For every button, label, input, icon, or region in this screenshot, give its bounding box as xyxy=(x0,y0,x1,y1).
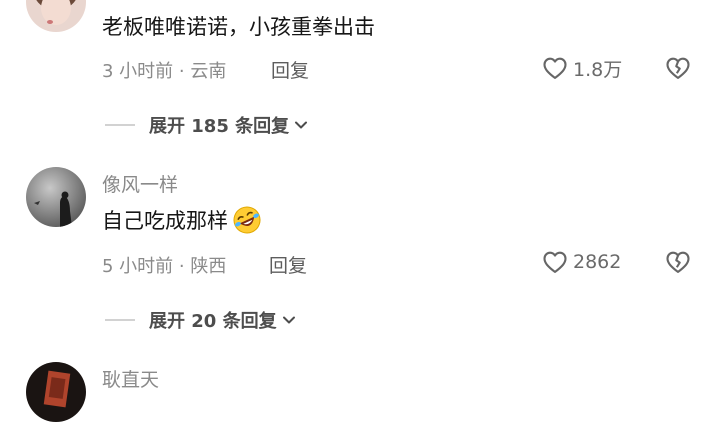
username[interactable]: 耿直天 xyxy=(102,365,159,392)
avatar[interactable] xyxy=(26,362,86,422)
comment-item: 耿直天 xyxy=(0,0,720,422)
